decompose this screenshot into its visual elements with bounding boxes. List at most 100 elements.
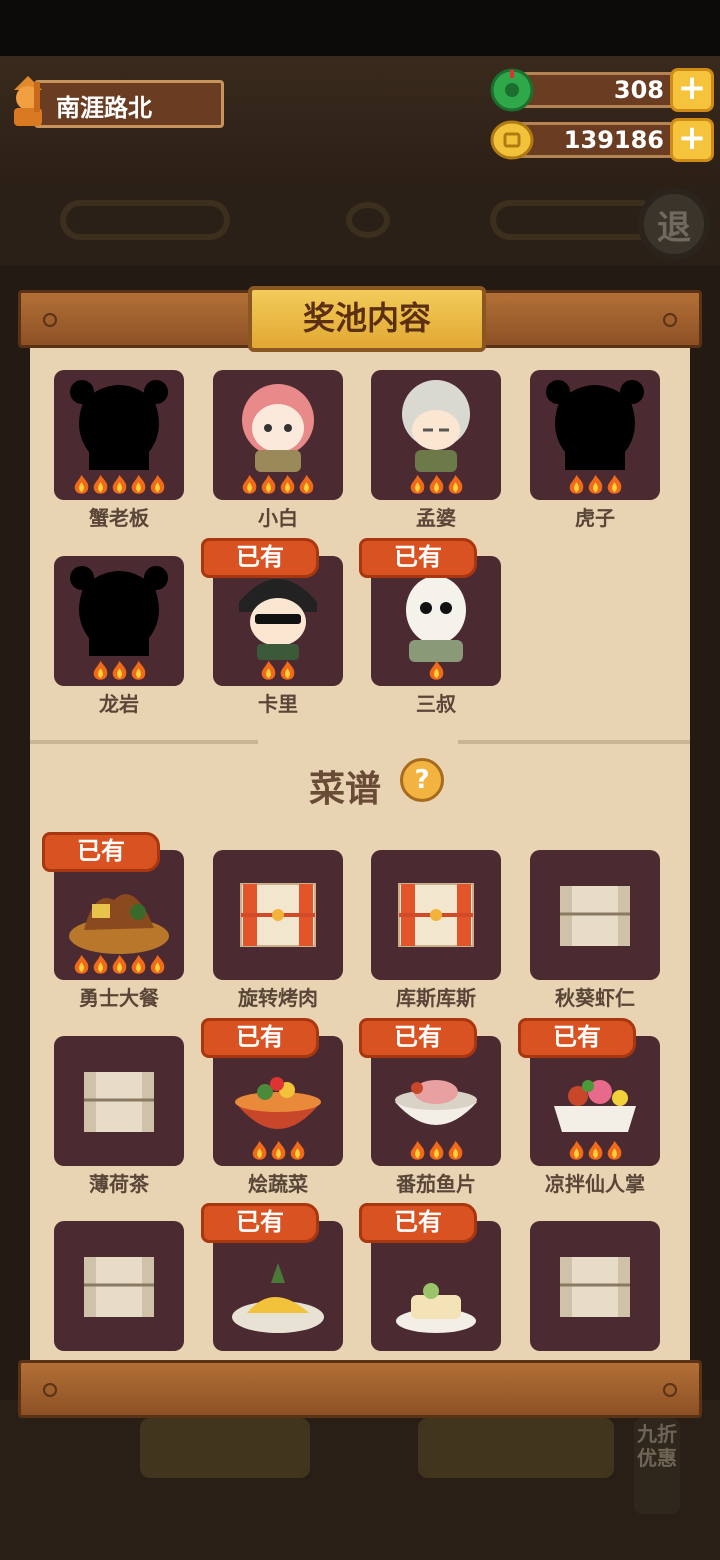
modal-title: 奖池内容 xyxy=(248,286,486,352)
exit-button[interactable]: 退 xyxy=(638,188,710,260)
flame-icon xyxy=(74,954,88,974)
item-card[interactable] xyxy=(54,1036,184,1166)
item-card[interactable] xyxy=(213,850,343,980)
item-card[interactable] xyxy=(54,1221,184,1351)
flame-icon xyxy=(410,1140,424,1160)
status-bar-area xyxy=(0,0,720,56)
owned-badge: 已有 xyxy=(359,1018,477,1058)
flame-icon xyxy=(290,1140,304,1160)
item-name: 秋葵虾仁 xyxy=(555,986,635,1010)
owned-badge: 已有 xyxy=(518,1018,636,1058)
flame-icon xyxy=(429,1140,443,1160)
rarity-flames xyxy=(371,1140,501,1162)
item-name: 凉拌仙人掌 xyxy=(545,1172,645,1196)
item-card[interactable] xyxy=(213,370,343,500)
ornament-center xyxy=(346,202,390,238)
item-name: 薄荷茶 xyxy=(89,1172,149,1196)
owned-badge: 已有 xyxy=(359,1203,477,1243)
rarity-flames xyxy=(213,474,343,496)
discount-badge: 九折优惠 xyxy=(634,1418,680,1514)
scroll-plain-icon xyxy=(560,1257,630,1317)
flame-icon xyxy=(112,954,126,974)
flame-icon xyxy=(607,1140,621,1160)
owned-badge: 已有 xyxy=(359,538,477,578)
item-name: 番茄鱼片 xyxy=(396,1172,476,1196)
flame-icon xyxy=(150,954,164,974)
flame-icon xyxy=(448,474,462,494)
flame-icon xyxy=(588,474,602,494)
item-card[interactable] xyxy=(54,370,184,500)
owned-badge: 已有 xyxy=(201,1203,319,1243)
prize-pool-panel[interactable]: 菜谱 ? 蟹老板 小白 孟婆 虎子 龙岩 已有 卡里 已有 三叔 已有 勇士大餐 旋转烤肉 库斯库斯 秋葵… xyxy=(30,348,690,1360)
single-draw-button[interactable] xyxy=(140,1418,310,1478)
rarity-flames xyxy=(371,660,501,682)
coin-counter: 139186 + xyxy=(490,118,714,162)
rarity-flames xyxy=(530,1140,660,1162)
flame-icon xyxy=(448,1140,462,1160)
item-name: 蟹老板 xyxy=(89,506,149,530)
flame-icon xyxy=(299,474,314,494)
scroll-plain-icon xyxy=(84,1072,154,1132)
rarity-flames xyxy=(213,660,343,682)
flame-icon xyxy=(131,660,145,680)
flame-icon xyxy=(252,1140,266,1160)
item-card[interactable] xyxy=(371,850,501,980)
rarity-flames xyxy=(54,954,184,976)
screen: 退 九折优惠 南涯路北 308 + 139186 + 菜谱 ? 蟹老板 小白 孟… xyxy=(0,0,720,1560)
flame-icon xyxy=(261,660,276,680)
flame-icon xyxy=(607,474,621,494)
flame-icon xyxy=(271,1140,285,1160)
add-coin-button[interactable]: + xyxy=(670,118,714,162)
scroll-red-icon xyxy=(398,883,474,947)
flame-icon xyxy=(280,474,295,494)
jade-icon xyxy=(490,68,534,112)
nail-icon xyxy=(43,313,57,327)
ten-draw-button[interactable] xyxy=(418,1418,614,1478)
item-card[interactable] xyxy=(54,556,184,686)
player-avatar-icon xyxy=(14,76,42,126)
flame-icon xyxy=(569,474,583,494)
item-card[interactable] xyxy=(371,370,501,500)
flame-icon xyxy=(410,474,424,494)
item-name: 小白 xyxy=(258,506,298,530)
rarity-flames xyxy=(54,474,184,496)
flame-icon xyxy=(93,954,107,974)
scroll-red-icon xyxy=(240,883,316,947)
flame-icon xyxy=(280,660,295,680)
scene-ornament: 退 xyxy=(0,186,720,266)
scroll-plain-icon xyxy=(560,886,630,946)
item-name: 虎子 xyxy=(575,506,615,530)
add-jade-button[interactable]: + xyxy=(670,68,714,112)
flame-icon xyxy=(131,954,145,974)
item-name: 勇士大餐 xyxy=(79,986,159,1010)
nail-icon xyxy=(663,1383,677,1397)
scroll-plain-icon xyxy=(84,1257,154,1317)
player-info[interactable]: 南涯路北 xyxy=(4,76,224,132)
item-name: 库斯库斯 xyxy=(396,986,476,1010)
flame-icon xyxy=(93,660,107,680)
item-card[interactable] xyxy=(530,370,660,500)
help-button[interactable]: ? xyxy=(400,758,444,802)
flame-icon xyxy=(112,474,126,494)
item-name: 旋转烤肉 xyxy=(238,986,318,1010)
recipe-section-title: 菜谱 xyxy=(308,769,381,810)
item-card[interactable] xyxy=(530,1221,660,1351)
item-name: 龙岩 xyxy=(99,692,139,716)
ornament-right xyxy=(490,200,660,240)
rarity-flames xyxy=(371,474,501,496)
item-name: 孟婆 xyxy=(416,506,456,530)
jade-counter: 308 + xyxy=(490,68,714,112)
flame-icon xyxy=(131,474,145,494)
flame-icon xyxy=(150,474,164,494)
item-name: 卡里 xyxy=(258,692,298,716)
nail-icon xyxy=(663,313,677,327)
rarity-flames xyxy=(54,660,184,682)
rarity-flames xyxy=(213,1140,343,1162)
item-card[interactable] xyxy=(530,850,660,980)
nail-icon xyxy=(43,1383,57,1397)
divider-left xyxy=(30,740,258,744)
modal-bottom-bar xyxy=(18,1360,702,1418)
coin-value: 139186 xyxy=(563,126,664,154)
ornament-left xyxy=(60,200,230,240)
divider-right xyxy=(458,740,690,744)
